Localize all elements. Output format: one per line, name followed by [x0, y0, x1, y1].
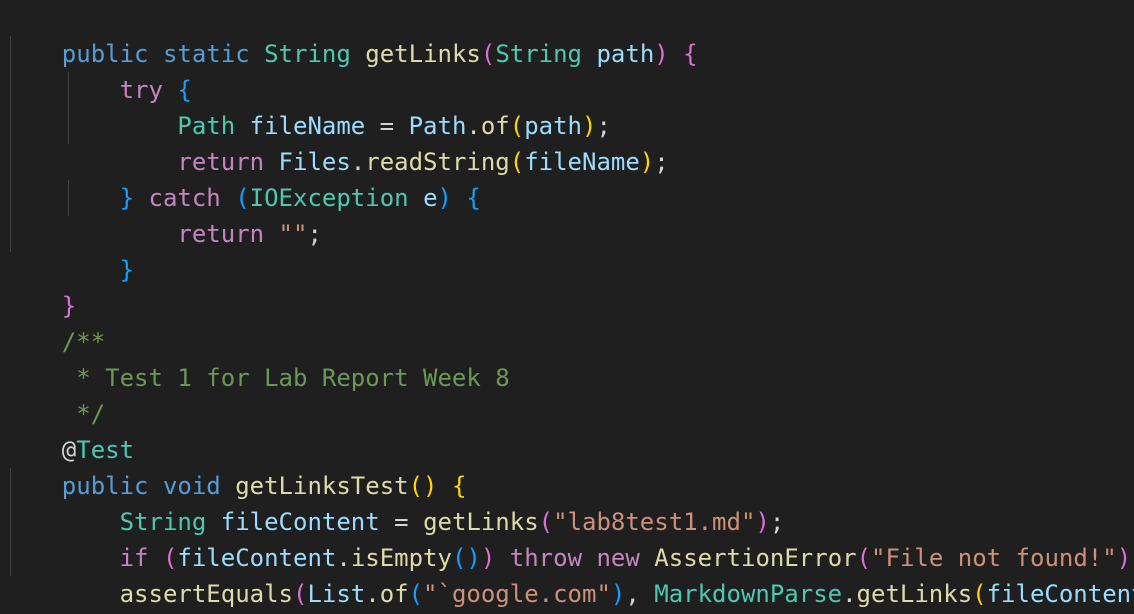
method-of: of: [379, 580, 409, 608]
dot: .: [842, 580, 857, 608]
code-line-6[interactable]: return "";: [4, 180, 322, 248]
semicolon: ;: [307, 220, 322, 248]
code-line-12[interactable]: @Test: [4, 396, 134, 464]
param-path: path: [596, 40, 655, 68]
bracket: (: [480, 40, 496, 68]
comma: ,: [625, 580, 655, 608]
code-line-14[interactable]: String fileContent = getLinks("lab8test1…: [4, 468, 785, 536]
code-line-7[interactable]: }: [4, 216, 134, 284]
code-line-15[interactable]: if (fileContent.isEmpty()) throw new Ass…: [4, 504, 1134, 572]
type-string: String: [495, 40, 583, 68]
bracket: (: [509, 148, 525, 176]
bracket: {: [683, 40, 698, 68]
type-string: String: [264, 40, 351, 68]
code-line-10[interactable]: * Test 1 for Lab Report Week 8: [4, 324, 510, 392]
bracket: ): [610, 580, 626, 608]
code-line-9[interactable]: /**: [4, 288, 105, 356]
code-line-17[interactable]: }: [4, 576, 76, 612]
code-line-5[interactable]: } catch (IOException e) {: [4, 144, 481, 212]
class-list: List: [307, 580, 366, 608]
bracket: {: [466, 184, 481, 212]
string-empty: "": [278, 220, 308, 248]
bracket: ): [437, 184, 452, 212]
bracket: (: [292, 580, 308, 608]
bracket: }: [119, 256, 135, 284]
class-markdownparse: MarkdownParse: [654, 580, 843, 608]
bracket: (: [408, 580, 424, 608]
method-getlinks: getLinks: [856, 580, 973, 608]
method-name-getlinks: getLinks: [365, 40, 481, 68]
code-editor[interactable]: public static String getLinks(String pat…: [0, 0, 1134, 614]
method-assertequals: assertEquals: [119, 580, 293, 608]
bracket: (: [972, 580, 987, 608]
code-line-4[interactable]: return Files.readString(fileName);: [4, 108, 668, 176]
code-line-3[interactable]: Path fileName = Path.of(path);: [4, 72, 611, 140]
dot: .: [365, 580, 380, 608]
semicolon: ;: [654, 148, 669, 176]
code-line-2[interactable]: try {: [4, 36, 192, 104]
variable-filename: fileName: [524, 148, 640, 176]
code-line-16[interactable]: assertEquals(List.of("`google.com"), Mar…: [4, 540, 1134, 608]
code-line-13[interactable]: public void getLinksTest() {: [4, 432, 467, 500]
comment: * Test 1 for Lab Report Week 8: [61, 364, 510, 392]
variable-filecontent: fileContent: [986, 580, 1134, 608]
code-line-11[interactable]: */: [4, 360, 105, 428]
bracket: ): [654, 40, 669, 68]
keyword-return: return: [177, 220, 265, 248]
code-line-8[interactable]: }: [4, 252, 76, 320]
string-google: "`google.com": [423, 580, 611, 608]
param-e: e: [423, 184, 438, 212]
code-line-1[interactable]: public static String getLinks(String pat…: [4, 0, 698, 68]
bracket: ): [639, 148, 655, 176]
